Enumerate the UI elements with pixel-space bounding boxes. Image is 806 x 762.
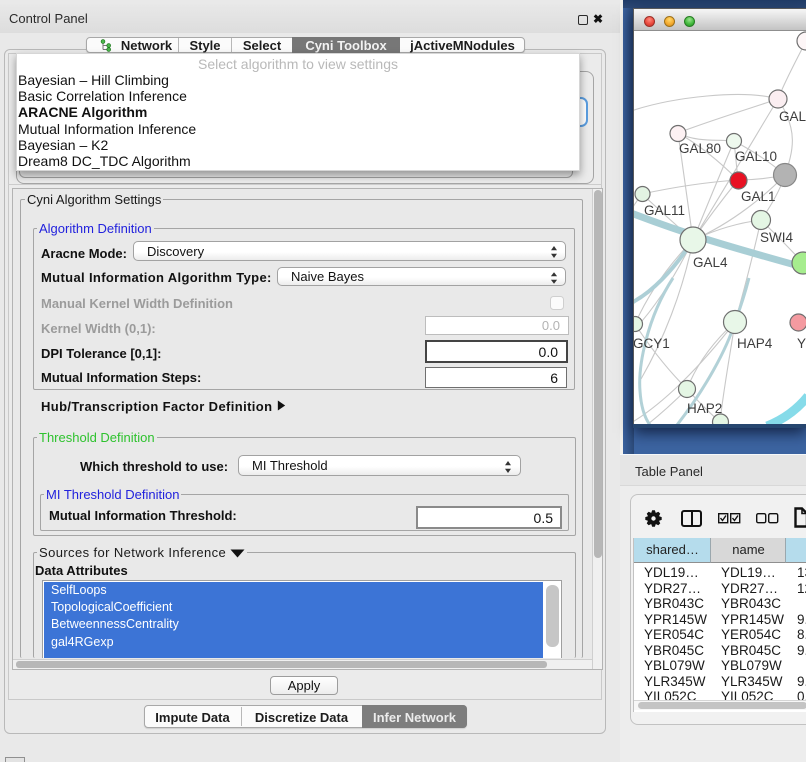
svg-text:SWI4: SWI4: [760, 230, 793, 245]
svg-text:GAL10: GAL10: [735, 149, 777, 164]
svg-text:GAL80: GAL80: [679, 141, 721, 156]
svg-text:GAL: GAL: [779, 109, 806, 124]
svg-text:HAP2: HAP2: [687, 401, 722, 416]
svg-text:Y: Y: [797, 336, 806, 351]
svg-text:GAL11: GAL11: [644, 203, 685, 218]
svg-text:HAP4: HAP4: [737, 336, 773, 351]
svg-text:GAL1: GAL1: [741, 189, 776, 204]
svg-text:GAL4: GAL4: [693, 255, 728, 270]
svg-text:GCY1: GCY1: [634, 336, 670, 351]
